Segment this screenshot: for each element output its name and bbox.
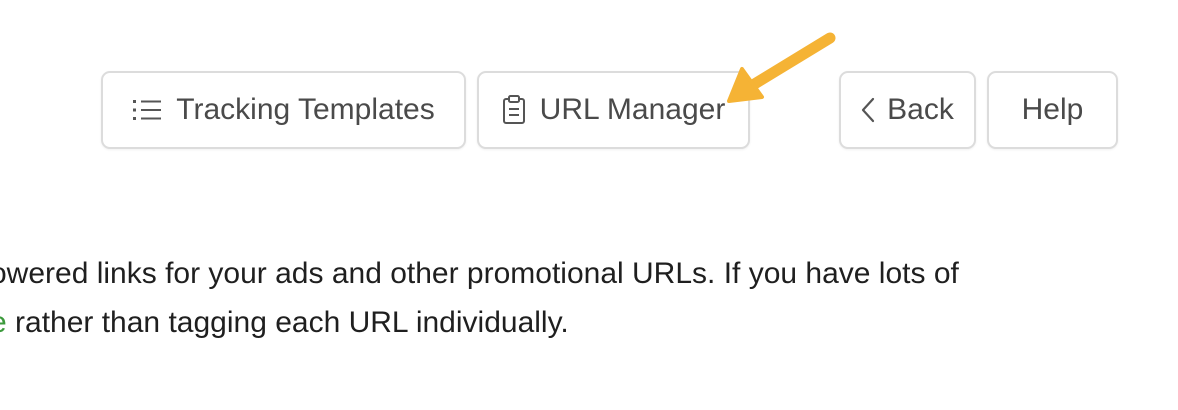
- back-label: Back: [887, 93, 954, 126]
- description-line-2-text: rather than tagging each URL individuall…: [6, 306, 569, 339]
- description-line-1: owered links for your ads and other prom…: [0, 257, 959, 290]
- description-link[interactable]: e: [0, 306, 7, 339]
- tracking-templates-label: Tracking Templates: [176, 93, 435, 126]
- url-manager-label: URL Manager: [539, 93, 726, 126]
- tracking-templates-button[interactable]: Tracking Templates: [101, 71, 466, 149]
- help-label: Help: [1021, 93, 1084, 126]
- page: Tracking Templates URL Manager Back Help…: [0, 0, 1178, 410]
- list-icon: [132, 98, 162, 122]
- description-text: owered links for your ads and other prom…: [0, 249, 1178, 347]
- help-button[interactable]: Help: [987, 71, 1118, 149]
- url-manager-button[interactable]: URL Manager: [477, 71, 750, 149]
- clipboard-icon: [502, 95, 526, 125]
- back-button[interactable]: Back: [839, 71, 976, 149]
- chevron-left-icon: [861, 97, 875, 123]
- description-line-2: e rather than tagging each URL individua…: [0, 298, 1178, 347]
